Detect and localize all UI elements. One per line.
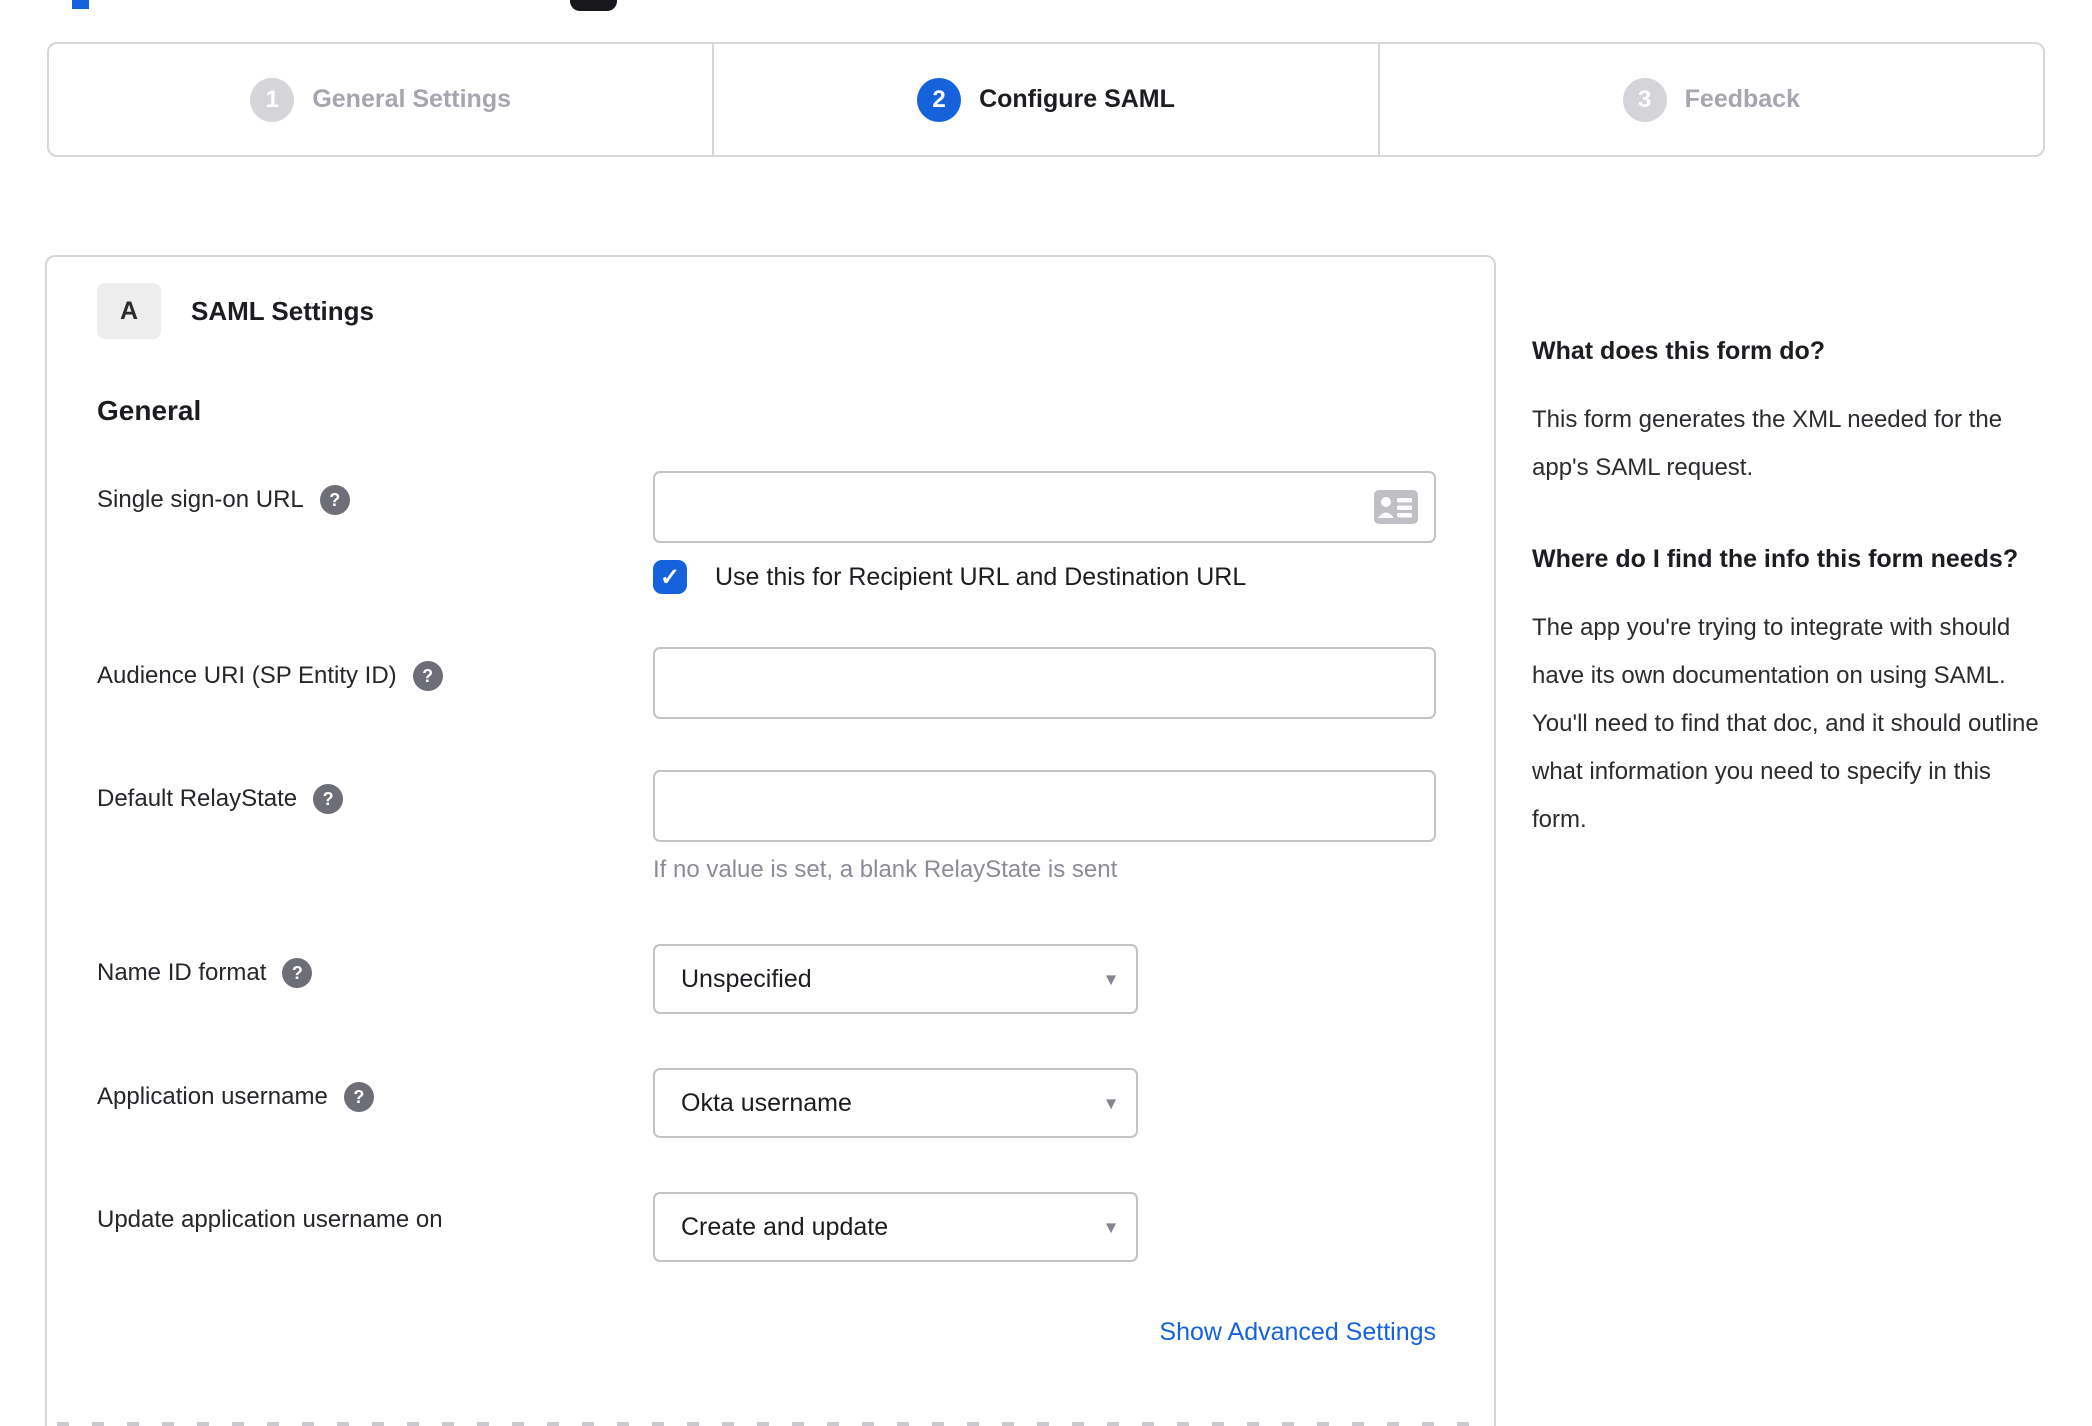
update-username-label: Update application username on [97, 1206, 443, 1233]
help-icon[interactable]: ? [412, 661, 443, 691]
help-heading-what: What does this form do? [1532, 337, 1826, 365]
application-username-label: Application username [97, 1083, 328, 1110]
application-username-row: Application username ? Okta username ▾ [97, 1068, 1444, 1138]
audience-uri-row: Audience URI (SP Entity ID) ? [97, 647, 1444, 719]
step-label: General Settings [312, 85, 511, 113]
audience-uri-input[interactable] [655, 649, 1434, 717]
step-feedback[interactable]: 3 Feedback [1377, 44, 2043, 155]
update-username-select[interactable]: Create and update ▾ [653, 1192, 1138, 1262]
name-id-format-select[interactable]: Unspecified ▾ [653, 944, 1138, 1014]
relaystate-hint: If no value is set, a blank RelayState i… [653, 856, 1118, 883]
sso-url-input[interactable] [655, 473, 1434, 541]
step-label: Feedback [1684, 85, 1800, 113]
help-heading-where: Where do I find the info this form needs… [1532, 545, 2019, 573]
help-body-where: The app you're trying to integrate with … [1532, 614, 2039, 833]
help-sidebar: What does this form do? This form genera… [1532, 328, 2044, 888]
application-username-select[interactable]: Okta username ▾ [653, 1068, 1138, 1138]
chevron-down-icon: ▾ [1105, 1092, 1116, 1115]
cutoff-app-logo-fragment [570, 0, 617, 11]
name-id-format-label: Name ID format [97, 959, 267, 986]
cutoff-blue-logo-fragment [72, 0, 89, 9]
help-icon[interactable]: ? [282, 958, 313, 988]
sso-url-input-wrap [653, 471, 1436, 543]
name-id-format-value: Unspecified [681, 964, 812, 993]
relaystate-input-wrap [653, 770, 1436, 842]
help-body-what: This form generates the XML needed for t… [1532, 406, 2003, 481]
sso-url-label: Single sign-on URL [97, 486, 304, 513]
section-a-badge: A [97, 283, 161, 339]
recipient-url-checkbox[interactable]: ✓ [653, 560, 687, 594]
section-header: A SAML Settings [97, 283, 1444, 339]
panel-bottom-dashed-divider [57, 1422, 1484, 1426]
update-username-value: Create and update [681, 1212, 889, 1241]
step-number-badge: 3 [1622, 77, 1667, 122]
help-icon[interactable]: ? [343, 1082, 374, 1112]
wizard-stepper: 1 General Settings 2 Configure SAML 3 Fe… [47, 42, 2045, 157]
update-username-row: Update application username on Create an… [97, 1192, 1444, 1262]
audience-uri-input-wrap [653, 647, 1436, 719]
relaystate-input[interactable] [655, 772, 1434, 840]
step-number-badge: 1 [250, 77, 295, 122]
recipient-url-checkbox-label: Use this for Recipient URL and Destinati… [715, 562, 1247, 591]
name-id-format-row: Name ID format ? Unspecified ▾ [97, 944, 1444, 1014]
application-username-value: Okta username [681, 1088, 852, 1117]
recipient-url-checkbox-row: ✓ Use this for Recipient URL and Destina… [653, 559, 1436, 595]
audience-uri-label: Audience URI (SP Entity ID) [97, 662, 397, 689]
chevron-down-icon: ▾ [1105, 1216, 1116, 1239]
saml-settings-panel: A SAML Settings General Single sign-on U… [45, 255, 1496, 1426]
chevron-down-icon: ▾ [1105, 968, 1116, 991]
help-icon[interactable]: ? [313, 784, 344, 814]
help-icon[interactable]: ? [319, 485, 350, 515]
step-label: Configure SAML [979, 85, 1175, 113]
step-configure-saml[interactable]: 2 Configure SAML [712, 44, 1377, 155]
section-title: SAML Settings [191, 295, 374, 326]
general-group-title: General [97, 395, 202, 426]
step-number-badge: 2 [917, 77, 962, 122]
relaystate-row: Default RelayState ? If no value is set,… [97, 770, 1444, 884]
sso-url-row: Single sign-on URL ? ✓ Use this for Reci… [97, 471, 1444, 595]
show-advanced-settings-link[interactable]: Show Advanced Settings [1159, 1318, 1436, 1346]
contact-card-icon[interactable] [1374, 490, 1418, 524]
relaystate-label: Default RelayState [97, 785, 298, 812]
step-general-settings[interactable]: 1 General Settings [49, 44, 712, 155]
